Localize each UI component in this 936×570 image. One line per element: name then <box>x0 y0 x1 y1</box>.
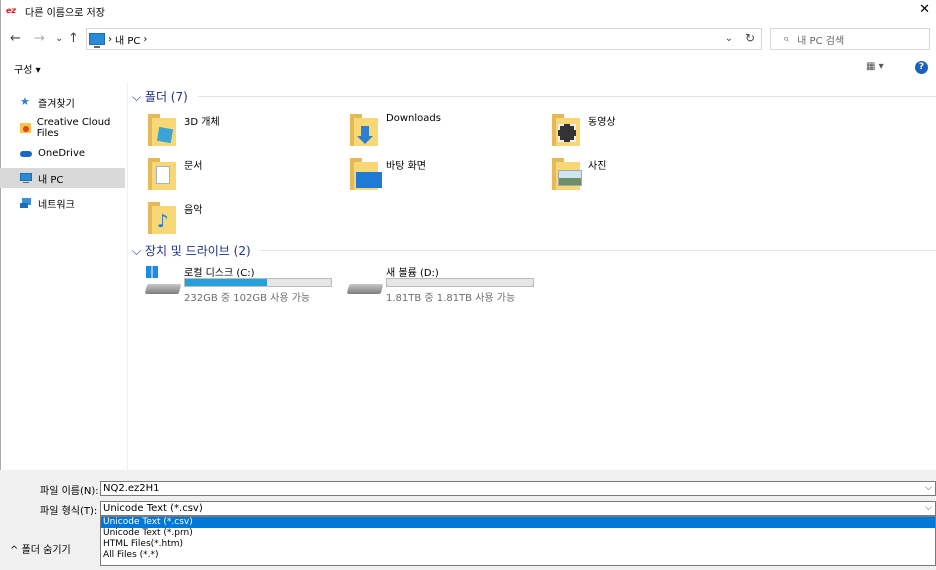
folder-label: 음악 <box>184 205 203 216</box>
drives-group-title: ⌵ 장치 및 드라이브 (2) <box>132 243 251 258</box>
folder-item[interactable]: 문서 <box>148 156 338 194</box>
filetype-select[interactable]: Unicode Text (*.csv) ⌵ <box>100 501 936 516</box>
drive-usage-text: 232GB 중 102GB 사용 가능 <box>184 293 311 304</box>
folder-label: 사진 <box>588 161 607 172</box>
desktop-folder-icon <box>350 156 382 190</box>
folder-item[interactable]: 3D 개체 <box>148 112 338 150</box>
filename-value: NQ2.ez2H1 <box>103 483 160 494</box>
group-divider <box>260 250 936 251</box>
filetype-option[interactable]: Unicode Text (*.prn) <box>101 528 935 539</box>
videos-folder-icon <box>552 112 580 146</box>
folder-label: 동영상 <box>588 117 616 128</box>
filetype-option[interactable]: Unicode Text (*.csv) <box>101 517 935 528</box>
chevron-down-icon[interactable]: ⌵ <box>925 502 932 515</box>
nav-item-creative-cloud[interactable]: Creative Cloud Files <box>0 117 125 139</box>
drive-usage-fill <box>185 279 267 286</box>
group-divider <box>198 96 936 97</box>
nav-item-my-pc[interactable]: 내 PC <box>0 168 125 188</box>
content-pane: ⌵ 폴더 (7) 3D 개체 Downloads 동영상 문서 바탕 화면 사진… <box>128 82 936 470</box>
drive-label: 새 볼륨 (D:) <box>386 268 439 279</box>
search-icon: ⌕ <box>783 32 790 45</box>
address-row: ← → ⌄ ↑ › 내 PC › ⌄ ↻ ⌕ 내 PC 검색 <box>0 26 936 52</box>
music-folder-icon: ♪ <box>148 200 176 234</box>
toolbar: 구성 ▾ ▦ ▾ ? <box>0 58 936 80</box>
drive-usage-bar <box>386 278 534 287</box>
change-view-button[interactable]: ▦ ▾ <box>866 61 884 72</box>
drives-group-header[interactable]: ⌵ 장치 및 드라이브 (2) <box>132 242 251 258</box>
hide-folders-button[interactable]: ^ 폴더 숨기기 <box>10 541 71 556</box>
refresh-icon[interactable]: ↻ <box>745 31 755 45</box>
organize-button[interactable]: 구성 ▾ <box>14 61 41 76</box>
back-button[interactable]: ← <box>10 30 21 48</box>
folder-item[interactable]: Downloads <box>350 112 540 150</box>
3d-objects-folder-icon <box>148 112 176 146</box>
pictures-folder-icon <box>552 156 582 190</box>
recent-locations-button[interactable]: ⌄ <box>55 30 63 48</box>
drive-item[interactable]: 새 볼륨 (D:) 1.81TB 중 1.81TB 사용 가능 <box>346 264 546 304</box>
breadcrumb-my-pc[interactable]: 내 PC <box>115 32 140 47</box>
up-button[interactable]: ↑ <box>68 30 79 48</box>
nav-item-label: 즐겨찾기 <box>38 98 75 110</box>
nav-item-label: 네트워크 <box>38 199 75 211</box>
filetype-label: 파일 형식(T): <box>40 506 98 517</box>
drive-label: 로컬 디스크 (C:) <box>184 268 255 279</box>
nav-item-label: 내 PC <box>38 174 64 186</box>
computer-icon <box>89 33 105 48</box>
folder-label: 3D 개체 <box>184 117 220 128</box>
creative-cloud-icon <box>20 123 31 133</box>
navigation-pane: ★ 즐겨찾기 Creative Cloud Files OneDrive 내 P… <box>0 82 128 470</box>
nav-item-label: Creative Cloud Files <box>36 117 111 139</box>
search-input[interactable]: ⌕ 내 PC 검색 <box>770 28 930 50</box>
nav-item-favorites[interactable]: ★ 즐겨찾기 <box>0 92 125 112</box>
address-dropdown-icon[interactable]: ⌄ <box>725 33 733 44</box>
drive-usage-text: 1.81TB 중 1.81TB 사용 가능 <box>386 293 516 304</box>
search-placeholder: 내 PC 검색 <box>797 35 845 47</box>
filename-input[interactable]: NQ2.ez2H1 ⌵ <box>100 481 936 496</box>
drive-icon <box>346 274 384 298</box>
filename-label: 파일 이름(N): <box>40 486 99 497</box>
title-bar: ez 다른 이름으로 저장 ✕ <box>0 0 936 22</box>
network-icon <box>20 198 32 208</box>
computer-icon <box>20 173 32 183</box>
windows-drive-icon <box>144 266 182 298</box>
folder-label: Downloads <box>386 113 441 124</box>
drive-item[interactable]: 로컬 디스크 (C:) 232GB 중 102GB 사용 가능 <box>144 264 344 304</box>
drive-usage-bar <box>184 278 332 287</box>
cloud-icon <box>20 148 32 158</box>
folder-item[interactable]: 동영상 <box>552 112 742 150</box>
filetype-option[interactable]: All Files (*.*) <box>101 550 935 561</box>
star-icon: ★ <box>20 95 30 108</box>
folder-label: 문서 <box>184 161 203 172</box>
folders-group-header[interactable]: ⌵ 폴더 (7) <box>132 88 188 104</box>
folder-item[interactable]: ♪ 음악 <box>148 200 338 238</box>
filetype-option[interactable]: HTML Files(*.htm) <box>101 539 935 550</box>
chevron-down-icon[interactable]: ⌵ <box>925 482 932 495</box>
breadcrumb-chevron[interactable]: › <box>143 34 147 45</box>
filetype-dropdown-list: Unicode Text (*.csv) Unicode Text (*.prn… <box>100 516 936 566</box>
nav-item-network[interactable]: 네트워크 <box>0 193 125 213</box>
close-button[interactable]: ✕ <box>919 2 930 17</box>
nav-item-label: OneDrive <box>38 147 86 159</box>
help-icon[interactable]: ? <box>915 61 928 74</box>
address-bar[interactable]: › 내 PC › ⌄ ↻ <box>86 28 762 50</box>
nav-item-onedrive[interactable]: OneDrive <box>0 143 125 163</box>
folder-item[interactable]: 사진 <box>552 156 742 194</box>
folders-group-title: ⌵ 폴더 (7) <box>132 89 188 104</box>
window-title: 다른 이름으로 저장 <box>25 7 105 19</box>
app-logo: ez <box>6 6 17 15</box>
forward-button[interactable]: → <box>34 30 45 48</box>
folder-label: 바탕 화면 <box>386 161 426 172</box>
folder-item[interactable]: 바탕 화면 <box>350 156 540 194</box>
downloads-folder-icon <box>350 112 378 146</box>
breadcrumb-separator[interactable]: › <box>108 34 112 45</box>
filetype-value: Unicode Text (*.csv) <box>103 503 203 514</box>
documents-folder-icon <box>148 156 176 190</box>
